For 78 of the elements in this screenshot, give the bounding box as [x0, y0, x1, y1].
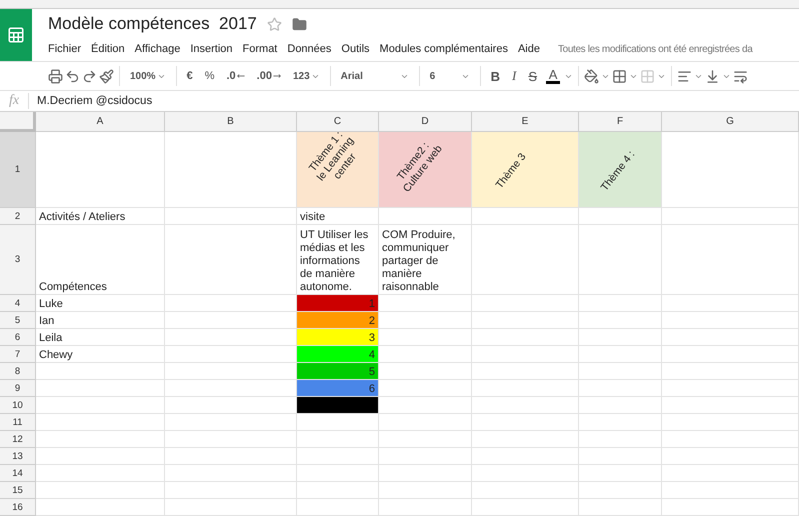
menu-item[interactable]: Fichier [48, 43, 86, 55]
row-header[interactable]: 1 [0, 132, 36, 208]
row-header[interactable]: 3 [0, 225, 36, 295]
row-header[interactable]: 4 [0, 295, 36, 312]
table-cell: UT Utiliser les médias et les informations de manière autonome. [297, 225, 379, 295]
folder-icon[interactable] [292, 16, 307, 32]
save-status: Toutes les modifications ont été enregistrées da [558, 44, 752, 54]
table-cell: 5 [297, 363, 379, 380]
align-icon[interactable] [677, 68, 692, 84]
row-header[interactable]: 2 [0, 208, 36, 225]
table-cell: Ian [36, 312, 165, 329]
formula-label: fx [0, 93, 29, 109]
table-cell: 6 [297, 380, 379, 397]
row-header[interactable]: 15 [0, 482, 36, 499]
row-header[interactable]: 6 [0, 329, 36, 346]
menu-item[interactable]: Format [242, 43, 282, 55]
row-header[interactable]: 9 [0, 380, 36, 397]
column-header[interactable]: E [472, 112, 579, 132]
borders-icon[interactable] [612, 68, 628, 84]
column-header[interactable]: A [36, 112, 165, 132]
table-cell: visite [297, 208, 379, 225]
menu-item[interactable]: Données [287, 43, 336, 55]
row-header[interactable]: 16 [0, 499, 36, 516]
table-cell: Activités / Ateliers [36, 208, 165, 225]
left-arrow-icon [236, 72, 245, 80]
bold-button[interactable]: B [486, 66, 506, 86]
redo-icon[interactable] [82, 68, 97, 84]
text-wrap-icon[interactable] [733, 68, 748, 84]
right-arrow-icon [272, 72, 281, 80]
menu-item[interactable]: Édition [91, 43, 129, 55]
row-header[interactable]: 14 [0, 465, 36, 482]
increase-decimals-button[interactable]: .00 [252, 68, 286, 84]
formula-input[interactable]: M.Decriem @csidocus [37, 95, 152, 107]
row-header[interactable]: 11 [0, 414, 36, 431]
table-cell: Compétences [36, 225, 165, 295]
paint-format-icon[interactable] [99, 68, 114, 84]
font-size-dropdown[interactable]: 6 [424, 68, 475, 84]
table-cell: Chewy [36, 346, 165, 363]
currency-button[interactable]: € [182, 68, 198, 84]
text-color-button[interactable]: A [544, 68, 562, 84]
star-icon[interactable] [266, 16, 282, 32]
table-cell: 1 [297, 295, 379, 312]
table-cell: 2 [297, 312, 379, 329]
menu-item[interactable]: Outils [341, 43, 374, 55]
table-cell: Luke [36, 295, 165, 312]
number-format-dropdown[interactable]: 123 [288, 68, 325, 84]
menu-item[interactable]: Insertion [190, 43, 237, 55]
decrease-decimals-button[interactable]: .0 [221, 68, 250, 84]
strikethrough-button[interactable]: S [523, 66, 542, 86]
font-dropdown[interactable]: Arial [336, 68, 414, 84]
vertical-align-icon[interactable] [705, 68, 720, 84]
column-header[interactable]: B [165, 112, 297, 132]
zoom-dropdown[interactable]: 100% [125, 68, 171, 84]
table-cell: 3 [297, 329, 379, 346]
fill-color-icon[interactable] [584, 68, 600, 84]
row-header[interactable]: 13 [0, 448, 36, 465]
row-header[interactable]: 10 [0, 397, 36, 414]
row-header[interactable]: 5 [0, 312, 36, 329]
print-icon[interactable] [48, 68, 63, 84]
column-header[interactable]: G [662, 112, 799, 132]
row-header[interactable]: 12 [0, 431, 36, 448]
undo-icon[interactable] [65, 68, 80, 84]
merge-cells-icon[interactable] [640, 68, 656, 84]
document-title[interactable]: Modèle compétences 2017 [48, 14, 257, 34]
menu-item[interactable]: Aide [518, 43, 544, 55]
table-cell: Leila [36, 329, 165, 346]
column-header[interactable]: C [297, 112, 379, 132]
sheets-logo[interactable] [0, 9, 32, 61]
row-header[interactable]: 8 [0, 363, 36, 380]
column-header[interactable]: D [379, 112, 472, 132]
italic-button[interactable]: I [507, 66, 522, 86]
table-cell: COM Produire, communiquer partager de manière raisonnable [379, 225, 472, 295]
table-cell: 4 [297, 346, 379, 363]
percent-button[interactable]: % [200, 68, 220, 84]
row-header[interactable]: 7 [0, 346, 36, 363]
column-header[interactable]: F [579, 112, 662, 132]
menu-item[interactable]: Affichage [134, 43, 184, 55]
menu-item[interactable]: Modules complémentaires [380, 43, 512, 55]
